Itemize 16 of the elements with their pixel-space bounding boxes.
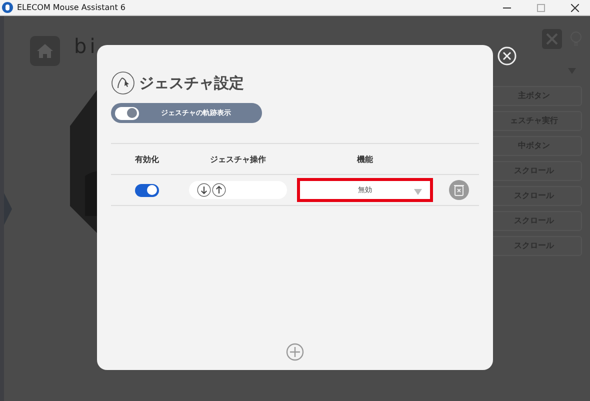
- caret-icon: [414, 189, 422, 195]
- enable-switch[interactable]: [135, 184, 159, 196]
- window-title: ELECOM Mouse Assistant 6: [17, 3, 126, 12]
- maximize-icon[interactable]: [537, 4, 545, 12]
- cursor-hand-icon: [111, 71, 135, 95]
- left-arrow-icon[interactable]: [4, 193, 12, 225]
- close-icon[interactable]: [571, 4, 579, 12]
- home-icon: [36, 43, 54, 59]
- add-icon[interactable]: [286, 343, 304, 361]
- column-header: 機能: [357, 154, 373, 166]
- delete-icon[interactable]: [449, 180, 469, 200]
- gesture-field[interactable]: [189, 181, 287, 199]
- dialog-title: ジェスチャ設定: [139, 74, 244, 92]
- column-header: 有効化: [135, 154, 159, 166]
- home-button[interactable]: [30, 36, 60, 66]
- column-header: ジェスチャ操作: [210, 154, 266, 166]
